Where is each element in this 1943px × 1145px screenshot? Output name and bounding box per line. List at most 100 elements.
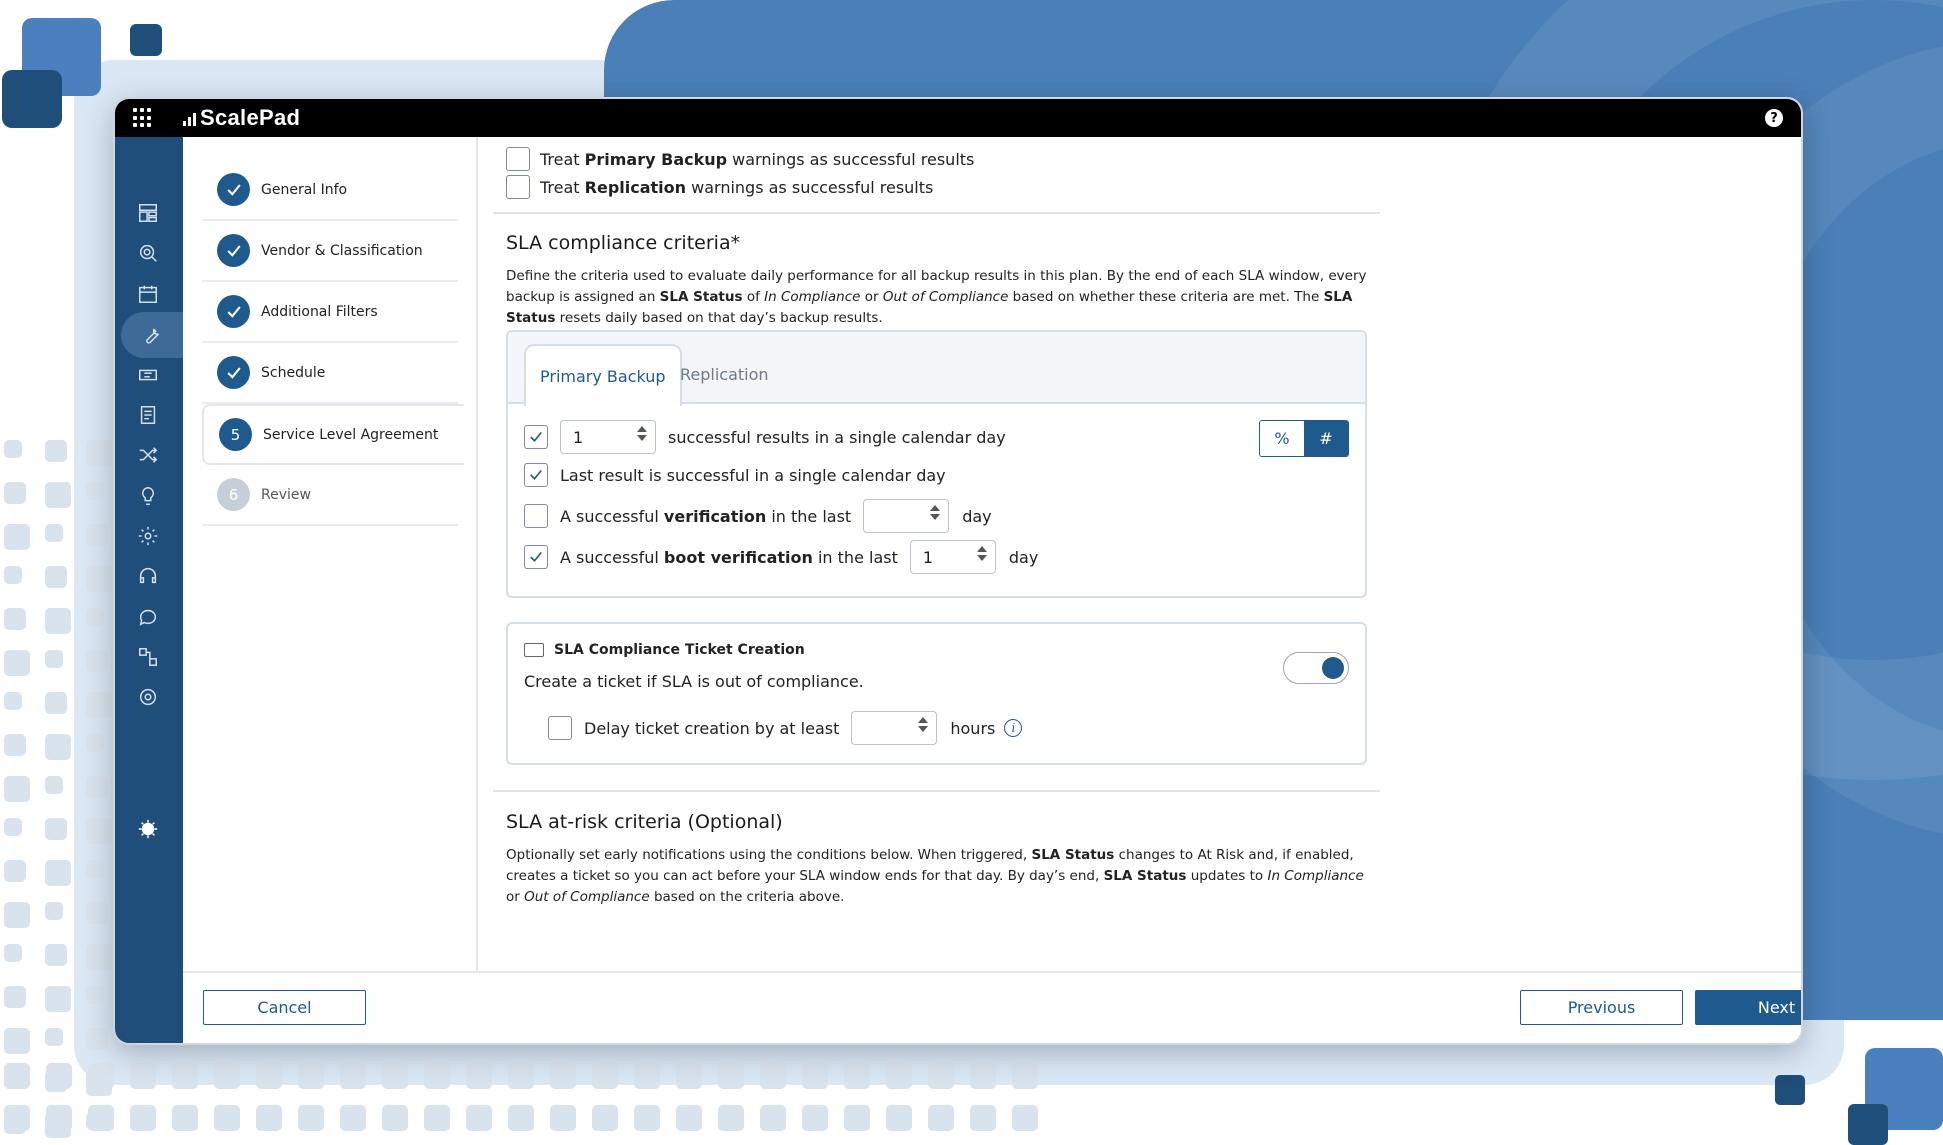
delay-checkbox[interactable] [548, 716, 572, 740]
stepper-arrows-icon[interactable] [637, 426, 647, 441]
report-icon[interactable] [132, 399, 164, 431]
delay-hours-stepper[interactable] [851, 711, 938, 745]
text: A successful [560, 506, 664, 526]
decorative-dot [676, 1063, 702, 1089]
successful-results-checkbox[interactable] [524, 425, 548, 449]
successful-results-stepper[interactable]: 1 [560, 420, 656, 454]
last-result-label: Last result is successful in a single ca… [560, 465, 946, 485]
decorative-dot [382, 1105, 408, 1131]
step-label: Additional Filters [261, 303, 378, 320]
decorative-dot [298, 1063, 324, 1089]
successful-results-row: 1 successful results in a single calenda… [524, 420, 1006, 454]
decorative-dot [86, 860, 104, 878]
gear-icon[interactable] [132, 681, 164, 713]
stepper-arrows-icon[interactable] [930, 505, 941, 520]
help-icon[interactable]: ? [1765, 109, 1783, 127]
wrench-icon[interactable] [121, 312, 183, 358]
previous-button[interactable]: Previous [1520, 990, 1683, 1025]
boot-verification-row: A successful boot verification in the la… [524, 540, 1038, 574]
wizard-steps: General Info Vendor & Classification Addit… [183, 137, 478, 971]
decorative-dot [46, 1105, 72, 1131]
ticket-icon [524, 643, 544, 657]
replication-warning-checkbox[interactable] [506, 175, 530, 199]
decorative-dot [86, 566, 112, 592]
step-schedule[interactable]: Schedule [202, 343, 458, 404]
calendar-icon[interactable] [132, 278, 164, 310]
decorative-dot [172, 1105, 198, 1131]
text-bold: Replication [584, 177, 687, 197]
monitor-search-icon[interactable] [132, 237, 164, 269]
decorative-dot [45, 608, 71, 634]
decorative-dot [928, 1063, 954, 1089]
decorative-dot [424, 1063, 450, 1089]
decorative-dot [45, 650, 63, 668]
primary-warning-checkbox[interactable] [506, 147, 530, 171]
decorative-square [1775, 1075, 1805, 1105]
decorative-dot [592, 1105, 618, 1131]
decorative-square [130, 24, 162, 56]
app-launcher-icon[interactable] [133, 108, 153, 128]
decorative-dot [86, 986, 104, 1004]
step-additional-filters[interactable]: Additional Filters [202, 282, 458, 343]
count-mode-button[interactable]: # [1304, 421, 1348, 456]
decorative-square [2, 70, 62, 128]
step-complete-icon [217, 234, 250, 267]
text-bold: SLA Status [1031, 847, 1115, 863]
shuffle-icon[interactable] [132, 439, 164, 471]
cancel-button[interactable]: Cancel [203, 990, 366, 1025]
replication-warning-label: Treat Replication warnings as successful… [540, 178, 933, 197]
ticket-creation-toggle[interactable] [1283, 652, 1349, 684]
top-bar: ScalePad ? [115, 99, 1801, 137]
sla-title: SLA compliance criteria* [506, 232, 741, 254]
delay-unit: hours [950, 718, 996, 738]
decorative-dot [45, 860, 71, 886]
theme-toggle-icon[interactable] [132, 813, 164, 845]
tab-replication[interactable]: Replication [666, 344, 783, 404]
lightbulb-icon[interactable] [132, 480, 164, 512]
decorative-dot [88, 1063, 114, 1089]
text: based on the criteria above. [649, 889, 845, 905]
step-service-level-agreement[interactable]: 5 Service Level Agreement [202, 404, 464, 465]
headset-icon[interactable] [132, 560, 164, 592]
verification-days-stepper[interactable] [863, 499, 950, 533]
brand-logo[interactable]: ScalePad [183, 105, 300, 131]
tab-primary-backup[interactable]: Primary Backup [524, 344, 682, 406]
decorative-dot [1012, 1063, 1038, 1089]
dashboard-icon[interactable] [132, 197, 164, 229]
decorative-dot [130, 1063, 156, 1089]
decorative-dot [592, 1063, 618, 1089]
chat-icon[interactable] [132, 601, 164, 633]
text-italic: In Compliance [1267, 868, 1364, 884]
step-label: General Info [261, 181, 348, 198]
next-button[interactable]: Next [1695, 990, 1801, 1025]
decorative-dot [466, 1063, 492, 1089]
percent-mode-button[interactable]: % [1260, 421, 1304, 456]
boot-verification-checkbox[interactable] [524, 545, 548, 569]
decorative-dot [4, 650, 30, 676]
last-result-checkbox[interactable] [524, 463, 548, 487]
step-label: Service Level Agreement [263, 426, 439, 443]
decorative-dot [970, 1105, 996, 1131]
decorative-dot [676, 1105, 702, 1131]
step-general-info[interactable]: General Info [202, 160, 458, 221]
stepper-arrows-icon[interactable] [976, 546, 987, 561]
ticket-icon[interactable] [132, 359, 164, 391]
decorative-dot [86, 818, 112, 844]
step-vendor-classification[interactable]: Vendor & Classification [202, 221, 458, 282]
text: resets daily based on that day’s backup … [555, 310, 883, 326]
stepper-arrows-icon[interactable] [918, 717, 929, 732]
decorative-dot [45, 1028, 63, 1046]
left-nav [115, 137, 183, 1043]
delay-row: Delay ticket creation by at least hours … [548, 711, 1023, 745]
info-icon[interactable]: i [1004, 719, 1023, 737]
decorative-dot [4, 776, 30, 802]
integrations-icon[interactable] [132, 641, 164, 673]
settings-cog-icon[interactable] [132, 520, 164, 552]
step-review[interactable]: 6 Review [202, 465, 458, 526]
verification-checkbox[interactable] [524, 504, 548, 528]
step-label: Review [261, 486, 311, 503]
decorative-dot [4, 482, 26, 504]
boot-verification-days-stepper[interactable]: 1 [909, 540, 996, 574]
boot-verification-label: A successful boot verification in the la… [560, 548, 898, 567]
decorative-dot [45, 902, 63, 920]
